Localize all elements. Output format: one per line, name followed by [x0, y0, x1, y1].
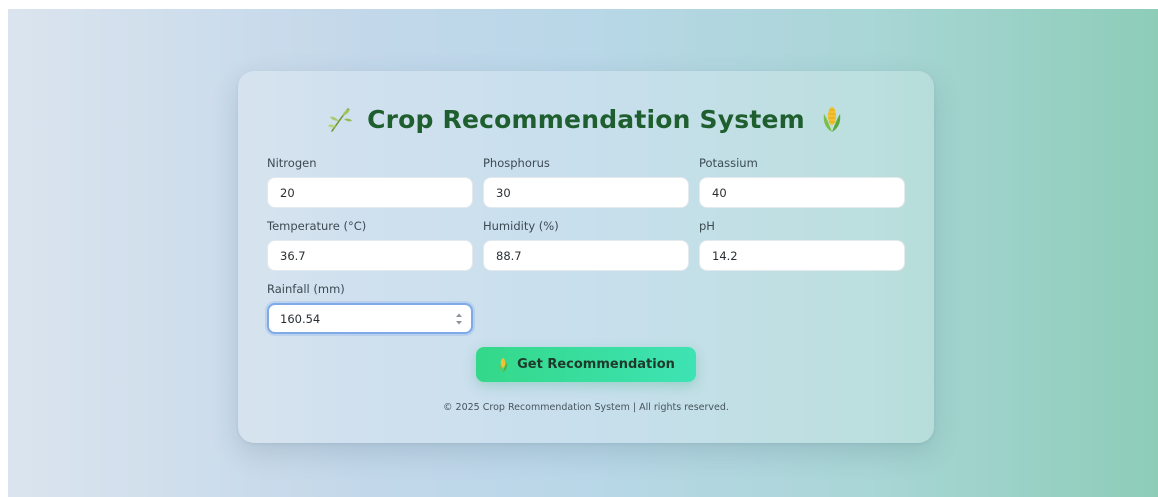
humidity-label: Humidity (%) — [483, 219, 559, 233]
number-spinner-icon[interactable] — [454, 311, 464, 327]
phosphorus-field: Phosphorus — [483, 154, 689, 208]
header: Crop Recommendation System — [238, 97, 934, 141]
humidity-field: Humidity (%) — [483, 217, 689, 271]
phosphorus-input[interactable] — [483, 177, 689, 208]
ph-field: pH — [699, 217, 905, 271]
leaf-icon — [327, 104, 353, 134]
humidity-input[interactable] — [483, 240, 689, 271]
phosphorus-label: Phosphorus — [483, 156, 550, 170]
button-label: Get Recommendation — [517, 357, 675, 372]
get-recommendation-button[interactable]: Get Recommendation — [476, 347, 696, 382]
page-title: Crop Recommendation System — [367, 104, 805, 134]
footer-text: © 2025 Crop Recommendation System | All … — [443, 402, 729, 413]
ph-input[interactable] — [699, 240, 905, 271]
corn-icon — [497, 357, 509, 373]
temperature-field: Temperature (°C) — [267, 217, 473, 271]
nitrogen-label: Nitrogen — [267, 156, 317, 170]
potassium-field: Potassium — [699, 154, 905, 208]
ph-label: pH — [699, 219, 715, 233]
temperature-label: Temperature (°C) — [267, 219, 367, 233]
page-background: Crop Recommendation System Nitrogen Phos… — [8, 9, 1158, 497]
corn-icon — [819, 104, 845, 134]
potassium-label: Potassium — [699, 156, 758, 170]
rainfall-label: Rainfall (mm) — [267, 282, 345, 296]
nitrogen-input[interactable] — [267, 177, 473, 208]
rainfall-input[interactable] — [267, 303, 473, 334]
potassium-input[interactable] — [699, 177, 905, 208]
rainfall-field: Rainfall (mm) — [267, 280, 473, 334]
temperature-input[interactable] — [267, 240, 473, 271]
nitrogen-field: Nitrogen — [267, 154, 473, 208]
form-card: Crop Recommendation System Nitrogen Phos… — [238, 71, 934, 443]
